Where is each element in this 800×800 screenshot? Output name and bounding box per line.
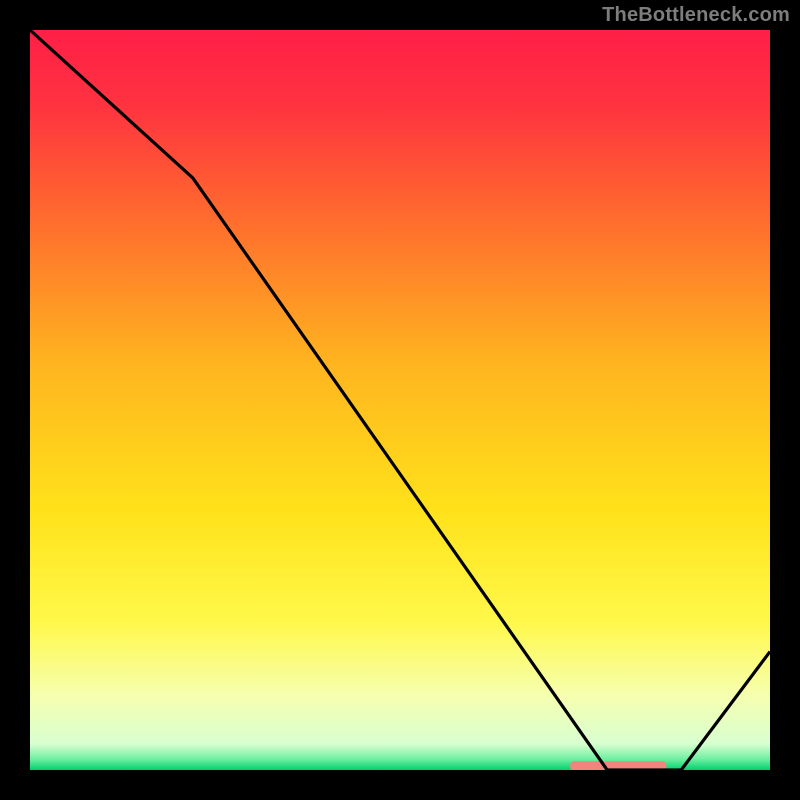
chart-svg bbox=[30, 30, 770, 770]
chart-frame: TheBottleneck.com bbox=[0, 0, 800, 800]
plot-area bbox=[30, 30, 770, 770]
gradient-background bbox=[30, 30, 770, 770]
attribution-text: TheBottleneck.com bbox=[602, 4, 790, 27]
